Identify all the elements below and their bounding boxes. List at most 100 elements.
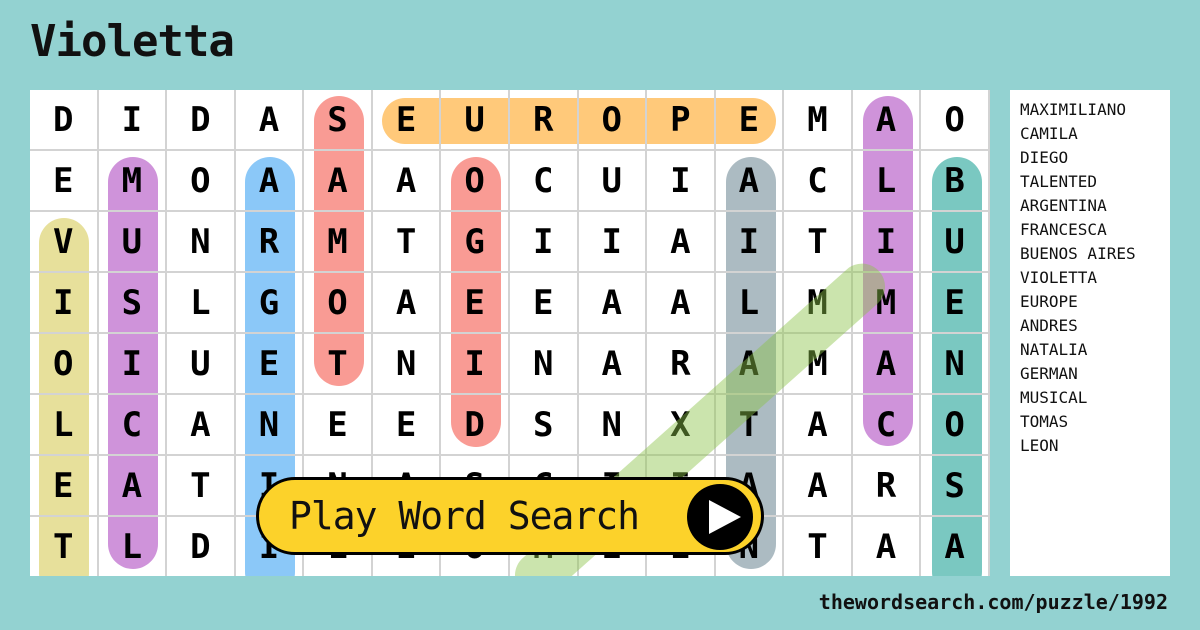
grid-cell[interactable]: E [372, 395, 442, 456]
grid-cell[interactable]: O [30, 334, 99, 395]
grid-cell[interactable]: X [647, 395, 716, 456]
grid-cell[interactable]: A [647, 212, 716, 273]
grid-cell[interactable]: M [852, 273, 922, 334]
grid-cell[interactable]: M [784, 90, 853, 151]
grid-cell[interactable]: D [30, 90, 99, 151]
grid-cell[interactable]: S [509, 395, 579, 456]
grid-cell[interactable]: S [98, 273, 168, 334]
grid-cell[interactable]: V [30, 212, 99, 273]
grid-cell[interactable]: G [235, 273, 305, 334]
grid-cell[interactable]: A [715, 151, 785, 212]
grid-cell[interactable]: U [921, 212, 990, 273]
grid-cell[interactable]: I [852, 212, 922, 273]
grid-cell[interactable]: M [784, 334, 853, 395]
grid-cell[interactable]: I [509, 212, 579, 273]
grid-cell[interactable]: U [578, 151, 648, 212]
grid-cell[interactable]: U [167, 334, 236, 395]
grid-cell[interactable]: A [647, 273, 716, 334]
grid-cell[interactable]: E [441, 273, 510, 334]
grid-cell[interactable]: E [30, 456, 99, 517]
grid-cell[interactable]: U [98, 212, 168, 273]
grid-cell[interactable]: R [647, 334, 716, 395]
grid-cell[interactable]: C [852, 395, 922, 456]
grid-cell[interactable]: M [784, 273, 853, 334]
grid-cell[interactable]: O [578, 90, 648, 151]
grid-cell[interactable]: R [852, 456, 922, 517]
play-button-label: Play Word Search [289, 494, 640, 538]
grid-cell[interactable]: T [167, 456, 236, 517]
grid-cell[interactable]: A [921, 517, 990, 576]
footer-url[interactable]: thewordsearch.com/puzzle/1992 [819, 590, 1168, 614]
grid-cell[interactable]: N [509, 334, 579, 395]
grid-cell[interactable]: R [509, 90, 579, 151]
grid-cell[interactable]: N [921, 334, 990, 395]
grid-cell[interactable]: S [921, 456, 990, 517]
grid-cell[interactable]: A [372, 273, 442, 334]
grid-cell[interactable]: T [784, 212, 853, 273]
grid-cell[interactable]: B [921, 151, 990, 212]
grid-cell[interactable]: A [852, 90, 922, 151]
grid-cell[interactable]: A [715, 334, 785, 395]
grid-cell[interactable]: E [372, 90, 442, 151]
play-word-search-button[interactable]: Play Word Search [256, 477, 764, 555]
grid-cell[interactable]: O [441, 151, 510, 212]
grid-cell[interactable]: I [647, 151, 716, 212]
grid-cell[interactable]: I [578, 212, 648, 273]
grid-cell[interactable]: A [784, 395, 853, 456]
grid-cell[interactable]: U [441, 90, 510, 151]
grid-cell[interactable]: N [372, 334, 442, 395]
grid-cell[interactable]: N [578, 395, 648, 456]
grid-cell[interactable]: T [30, 517, 99, 576]
grid-cell[interactable]: T [372, 212, 442, 273]
grid-cell[interactable]: D [167, 517, 236, 576]
grid-cell[interactable]: A [372, 151, 442, 212]
grid-cell[interactable]: G [441, 212, 510, 273]
grid-cell[interactable]: A [853, 517, 922, 576]
grid-cell[interactable]: T [715, 395, 785, 456]
word-list-item: MAXIMILIANO [1020, 100, 1126, 119]
grid-cell[interactable]: O [921, 90, 990, 151]
grid-cell[interactable]: D [441, 395, 510, 456]
grid-cell[interactable]: A [235, 90, 305, 151]
grid-cell[interactable]: O [304, 273, 373, 334]
grid-cell[interactable]: O [167, 151, 236, 212]
grid-cell[interactable]: A [167, 395, 236, 456]
grid-cell[interactable]: E [30, 151, 99, 212]
grid-cell[interactable]: R [235, 212, 305, 273]
grid-cell[interactable]: I [30, 273, 99, 334]
grid-cell[interactable]: P [647, 90, 716, 151]
grid-cell[interactable]: A [235, 151, 305, 212]
grid-cell[interactable]: E [921, 273, 990, 334]
grid-cell[interactable]: M [304, 212, 373, 273]
grid-cell[interactable]: I [441, 334, 510, 395]
grid-cell[interactable]: A [304, 151, 373, 212]
grid-cell[interactable]: D [167, 90, 236, 151]
grid-cell[interactable]: A [784, 456, 853, 517]
grid-cell[interactable]: I [715, 212, 785, 273]
grid-cell[interactable]: A [578, 273, 648, 334]
grid-cell[interactable]: C [784, 151, 853, 212]
grid-cell[interactable]: E [715, 90, 785, 151]
grid-cell[interactable]: L [715, 273, 785, 334]
grid-cell[interactable]: L [167, 273, 236, 334]
grid-cell[interactable]: T [784, 517, 853, 576]
grid-cell[interactable]: A [852, 334, 922, 395]
grid-cell[interactable]: L [30, 395, 99, 456]
grid-cell[interactable]: M [98, 151, 168, 212]
grid-cell[interactable]: L [852, 151, 922, 212]
grid-cell[interactable]: I [98, 334, 168, 395]
grid-cell[interactable]: I [98, 90, 168, 151]
grid-cell[interactable]: A [578, 334, 648, 395]
grid-cell[interactable]: E [235, 334, 305, 395]
grid-cell[interactable]: N [167, 212, 236, 273]
grid-cell[interactable]: T [304, 334, 373, 395]
grid-cell[interactable]: L [99, 517, 168, 576]
grid-cell[interactable]: S [304, 90, 373, 151]
grid-cell[interactable]: E [509, 273, 579, 334]
grid-cell[interactable]: A [98, 456, 168, 517]
grid-cell[interactable]: N [235, 395, 305, 456]
grid-cell[interactable]: C [98, 395, 168, 456]
grid-cell[interactable]: C [509, 151, 579, 212]
grid-cell[interactable]: E [304, 395, 373, 456]
grid-cell[interactable]: O [921, 395, 990, 456]
